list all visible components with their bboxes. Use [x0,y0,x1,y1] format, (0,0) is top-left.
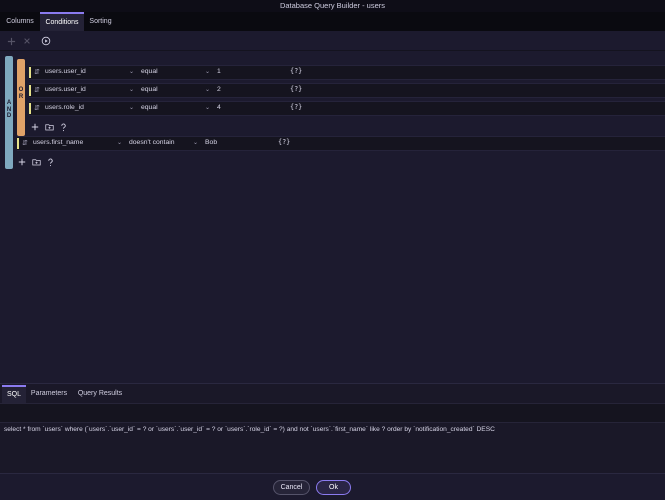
tab-sorting[interactable]: Sorting [84,12,117,31]
add-group-icon[interactable] [44,122,54,132]
field-select[interactable]: users.role_id [45,104,84,111]
sql-preview: select * from `users` where (`users`.`us… [4,426,495,433]
value-input[interactable]: 1 [217,68,221,75]
window-title: Database Query Builder - users [0,0,665,12]
close-icon[interactable] [21,35,33,47]
condition-row[interactable]: ⇵ users.first_name ⌄ doesn't contain ⌄ B… [17,136,665,151]
value-input[interactable]: 4 [217,104,221,111]
and-group-label: AND [6,100,12,119]
value-input[interactable]: 2 [217,86,221,93]
bottom-panel: SQL Parameters Query Results select * fr… [0,383,665,473]
tab-columns[interactable]: Columns [0,12,40,31]
tab-query-results[interactable]: Query Results [72,385,128,403]
drag-handle-icon[interactable]: ⇵ [34,86,40,94]
operator-select[interactable]: equal [141,86,158,93]
condition-row[interactable]: ⇵ users.user_id ⌄ equal ⌄ 1 {?} [29,65,665,80]
row-marker [29,67,31,78]
row-marker [17,138,19,149]
operator-select[interactable]: equal [141,68,158,75]
param-toggle[interactable]: {?} [290,85,302,93]
dialog-footer: Cancel Ok [0,473,665,500]
add-condition-icon[interactable] [30,122,40,132]
condition-row[interactable]: ⇵ users.user_id ⌄ equal ⌄ 2 {?} [29,83,665,98]
or-group-label: OR [18,87,24,100]
param-toggle[interactable]: {?} [290,103,302,111]
drag-handle-icon[interactable]: ⇵ [22,139,28,147]
main-tabbar: Columns Conditions Sorting [0,12,665,31]
field-select[interactable]: users.user_id [45,86,86,93]
add-expression-icon[interactable] [58,122,68,132]
value-input[interactable]: Bob [205,139,217,146]
param-toggle[interactable]: {?} [278,138,290,146]
drag-handle-icon[interactable]: ⇵ [34,104,40,112]
chevron-down-icon[interactable]: ⌄ [205,86,210,93]
chevron-down-icon[interactable]: ⌄ [205,68,210,75]
chevron-down-icon[interactable]: ⌄ [129,86,134,93]
tab-sql[interactable]: SQL [2,385,26,403]
chevron-down-icon[interactable]: ⌄ [117,139,122,146]
conditions-toolbar [0,31,665,51]
and-group-actions [17,156,55,168]
param-toggle[interactable]: {?} [290,67,302,75]
sql-subbar [0,403,665,423]
add-condition-icon[interactable] [17,157,27,167]
condition-row[interactable]: ⇵ users.role_id ⌄ equal ⌄ 4 {?} [29,101,665,116]
chevron-down-icon[interactable]: ⌄ [129,104,134,111]
add-expression-icon[interactable] [45,157,55,167]
tab-conditions[interactable]: Conditions [40,12,84,31]
chevron-down-icon[interactable]: ⌄ [129,68,134,75]
cancel-button[interactable]: Cancel [273,480,310,495]
field-select[interactable]: users.first_name [33,139,83,146]
or-group-actions [30,121,68,133]
operator-select[interactable]: doesn't contain [129,139,175,146]
chevron-down-icon[interactable]: ⌄ [193,139,198,146]
plus-icon[interactable] [5,35,17,47]
field-select[interactable]: users.user_id [45,68,86,75]
play-icon[interactable] [40,35,52,47]
conditions-workspace: AND OR ⇵ users.user_id ⌄ equal ⌄ 1 {?} ⇵… [0,51,665,383]
add-group-icon[interactable] [31,157,41,167]
row-marker [29,103,31,114]
row-marker [29,85,31,96]
tab-parameters[interactable]: Parameters [26,385,72,403]
drag-handle-icon[interactable]: ⇵ [34,68,40,76]
ok-button[interactable]: Ok [316,480,351,495]
operator-select[interactable]: equal [141,104,158,111]
chevron-down-icon[interactable]: ⌄ [205,104,210,111]
